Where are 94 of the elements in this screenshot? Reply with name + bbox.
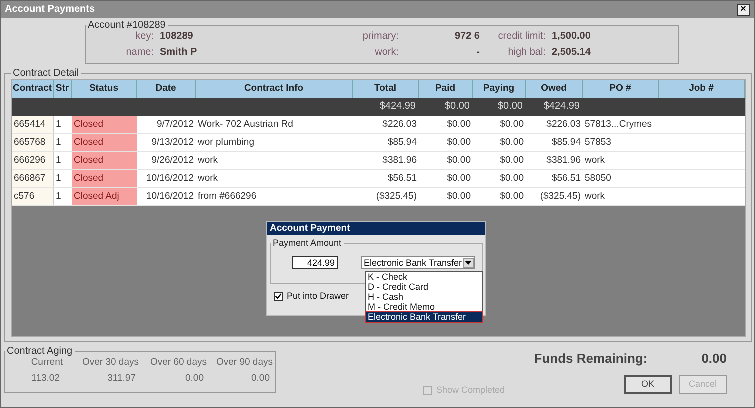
table-cell-text: $0.00	[446, 154, 472, 168]
table-cell-text: 9/13/2012	[150, 136, 195, 150]
close-button[interactable]: ×	[737, 4, 750, 16]
table-cell-text: ($325.45)	[375, 190, 418, 204]
table-cell-text: 1	[55, 136, 62, 150]
table-cell-text: $56.51	[386, 172, 418, 186]
drawer-label: Put into Drawer	[287, 291, 350, 301]
payment-method-option[interactable]: Electronic Bank Transfer	[366, 312, 482, 322]
table-cell-text: $0.00	[499, 190, 525, 204]
field-label: primary:	[362, 31, 400, 42]
table-cell: 666296	[12, 152, 54, 169]
table-cell-text: work	[584, 190, 606, 204]
funds-remaining-label: Funds Remaining:	[534, 351, 648, 366]
dialog-title: Account Payment	[267, 222, 485, 235]
total-cell-text: $0.00	[444, 100, 471, 114]
table-cell: 665768	[12, 134, 54, 151]
table-cell-text: 1	[55, 172, 62, 186]
table-cell-text: $0.00	[499, 172, 525, 186]
field-label: credit limit:	[497, 31, 547, 42]
field-value: -	[476, 47, 480, 58]
table-cell: c576	[12, 188, 54, 205]
field-value: 2,505.14	[552, 47, 592, 58]
field-value: 108289	[160, 31, 194, 42]
table-cell-text: 9/26/2012	[150, 154, 195, 168]
table-cell: Closed	[72, 170, 137, 187]
table-cell-text: wor plumbing	[197, 136, 256, 150]
table-cell-text: $0.00	[499, 118, 525, 132]
aging-value: 0.00	[250, 373, 271, 384]
table-cell-text: work	[197, 154, 220, 168]
table-cell-text: work	[584, 154, 606, 168]
table-cell-text: $381.96	[546, 154, 582, 168]
table-cell-text: 9/7/2012	[156, 118, 195, 132]
field-value: 972 6	[454, 31, 480, 42]
account-heading: Account #108289	[87, 20, 167, 31]
field-label: work:	[374, 47, 400, 58]
field-value: 1,500.00	[552, 31, 592, 42]
table-cell-text: 10/16/2012	[145, 172, 195, 186]
table-cell-text: ($325.45)	[539, 190, 582, 204]
field-label: name:	[125, 47, 155, 58]
payment-amount-label: Payment Amount	[272, 238, 343, 248]
drawer-checkbox[interactable]	[274, 292, 283, 300]
table-cell-text: $0.00	[446, 118, 472, 132]
table-cell-text: 1	[55, 154, 62, 168]
contract-detail-heading: Contract Detail	[12, 68, 80, 79]
field-label: key:	[134, 31, 155, 42]
payment-method-option[interactable]: H - Cash	[366, 292, 482, 302]
table-cell-text: $85.94	[550, 136, 582, 150]
payment-method-option[interactable]: M - Credit Memo	[366, 302, 482, 312]
table-cell-text: $0.00	[499, 154, 525, 168]
aging-column-label: Over 90 days	[216, 357, 273, 368]
aging-column-label: Current	[30, 357, 63, 368]
table-cell-text: from #666296	[197, 190, 258, 204]
table-cell-text: $56.51	[550, 172, 582, 186]
table-cell: Closed	[72, 152, 137, 169]
window-title: Account Payments	[5, 4, 96, 15]
table-cell-text: $0.00	[446, 172, 472, 186]
table-cell-text: Work- 702 Austrian Rd	[197, 118, 294, 132]
table-cell: Closed	[72, 116, 137, 133]
table-cell-text: 57853	[584, 136, 612, 150]
total-cell-text: $424.99	[542, 100, 581, 114]
payment-method-select[interactable]: Electronic Bank Transfer	[361, 256, 475, 269]
table-cell-text: $85.94	[386, 136, 418, 150]
table-cell-text: 1	[55, 190, 62, 204]
total-cell-text: $0.00	[496, 100, 524, 114]
payment-method-option[interactable]: D - Credit Card	[366, 282, 482, 292]
table-cell-text: $0.00	[499, 136, 525, 150]
total-cell-text: $424.99	[378, 100, 417, 114]
table-cell: Closed Adj	[72, 188, 137, 205]
ok-button[interactable]: OK	[624, 374, 672, 394]
table-cell-text: $0.00	[446, 190, 472, 204]
funds-remaining-value: 0.00	[702, 351, 727, 366]
table-cell-text: 10/16/2012	[145, 190, 195, 204]
table-cell-text: 57813...Crymes	[584, 118, 654, 132]
aging-value: 113.02	[30, 373, 61, 384]
aging-value: 0.00	[184, 373, 205, 384]
table-cell-text: 1	[55, 118, 62, 132]
table-cell-text: $0.00	[446, 136, 472, 150]
contract-aging-heading: Contract Aging	[6, 346, 74, 357]
table-cell-text: $226.03	[546, 118, 582, 132]
field-label: high bal:	[507, 47, 547, 58]
aging-column-label: Over 60 days	[150, 357, 207, 368]
field-value: Smith P	[160, 47, 198, 58]
table-cell-text: $226.03	[382, 118, 418, 132]
table-cell-text: $381.96	[382, 154, 418, 168]
table-cell: Closed	[72, 134, 137, 151]
aging-column-label: Over 30 days	[82, 357, 139, 368]
aging-value: 311.97	[106, 373, 137, 384]
table-cell: 666867	[12, 170, 54, 187]
payment-method-option[interactable]: K - Check	[366, 272, 482, 282]
table-cell-text: work	[197, 172, 220, 186]
table-cell: 665414	[12, 116, 54, 133]
amount-field[interactable]: 424.99	[292, 256, 338, 269]
dropdown-caret-icon[interactable]	[463, 258, 474, 268]
table-cell-text: 58050	[584, 172, 612, 186]
